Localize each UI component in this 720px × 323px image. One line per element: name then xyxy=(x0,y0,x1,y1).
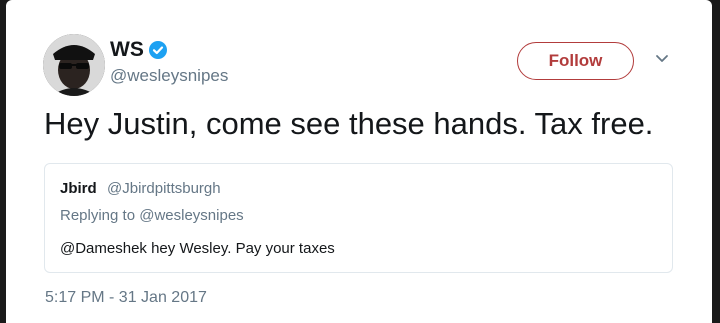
display-name[interactable]: WS xyxy=(110,38,144,62)
quoted-text: @Dameshek hey Wesley. Pay your taxes xyxy=(60,240,335,257)
quoted-handle: @Jbirdpittsburgh xyxy=(107,180,221,197)
tweet-timestamp[interactable]: 5:17 PM - 31 Jan 2017 xyxy=(45,289,207,307)
user-handle[interactable]: @wesleysnipes xyxy=(110,66,228,86)
replying-to: Replying to @wesleysnipes xyxy=(60,207,244,224)
replying-to-label: Replying to xyxy=(60,207,136,224)
tweet-card: WS @wesleysnipes Follow Hey Justin, come… xyxy=(6,0,712,323)
follow-button[interactable]: Follow xyxy=(517,42,634,80)
verified-badge-icon xyxy=(149,41,167,59)
replying-to-handle[interactable]: @wesleysnipes xyxy=(139,207,243,224)
chevron-down-icon[interactable] xyxy=(655,54,669,64)
quoted-display-name: Jbird xyxy=(60,180,97,197)
avatar[interactable] xyxy=(43,34,105,96)
tweet-text: Hey Justin, come see these hands. Tax fr… xyxy=(44,106,654,141)
quoted-tweet[interactable]: Jbird @Jbirdpittsburgh Replying to @wesl… xyxy=(44,163,673,273)
